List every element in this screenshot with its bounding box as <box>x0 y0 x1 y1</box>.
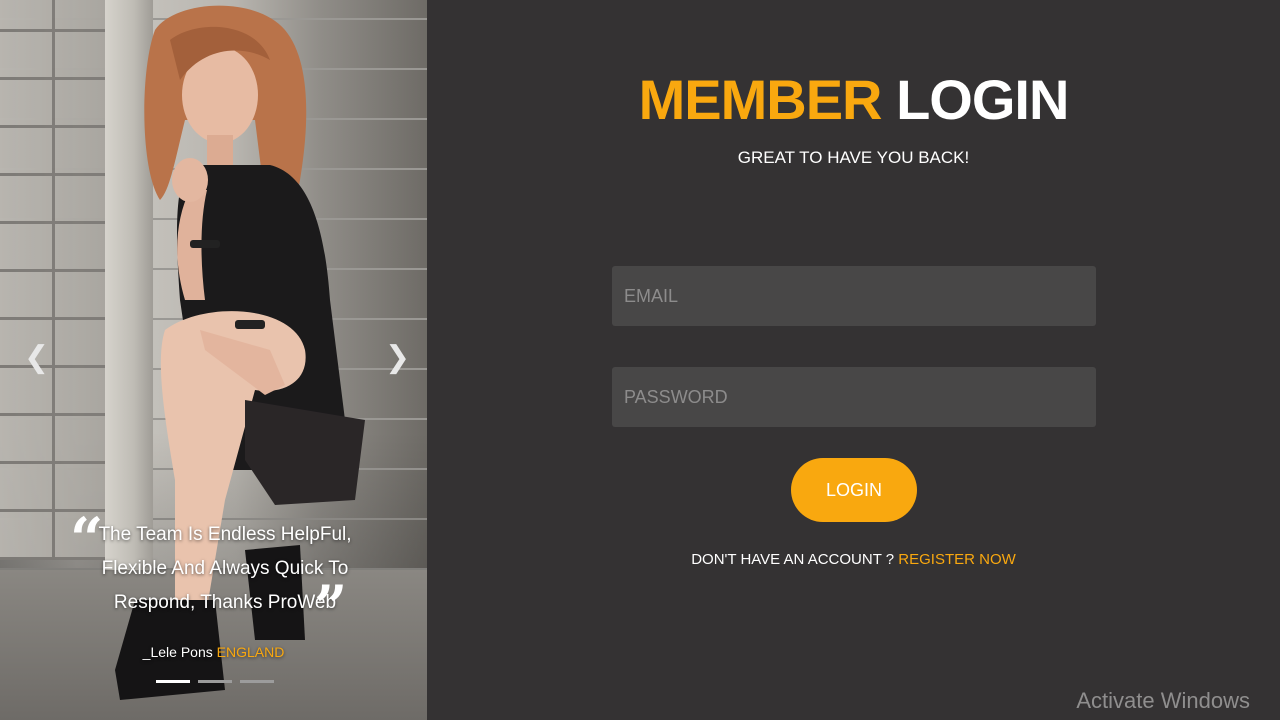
testimonial-carousel: ❮ ❯ “ The Team Is Endless HelpFul, Flexi… <box>0 0 427 720</box>
testimonial-line: The Team Is Endless HelpFul, <box>98 524 352 545</box>
chevron-right-icon: ❯ <box>385 340 411 375</box>
carousel-dot-1[interactable] <box>156 680 190 683</box>
author-name: _Lele Pons <box>142 644 213 660</box>
email-field[interactable] <box>612 266 1096 326</box>
page-title: MEMBER LOGIN <box>427 70 1280 130</box>
activate-windows-watermark: Activate Windows <box>1076 688 1250 713</box>
author-country: ENGLAND <box>216 644 285 660</box>
title-login: LOGIN <box>896 68 1069 131</box>
page-subtitle: GREAT TO HAVE YOU BACK! <box>737 148 970 167</box>
brick-wall-background <box>0 0 110 560</box>
carousel-next-button[interactable]: ❯ <box>385 343 410 373</box>
login-button[interactable]: LOGIN <box>791 458 917 522</box>
chevron-left-icon: ❮ <box>24 340 50 375</box>
quote-close-icon: ” <box>314 573 348 641</box>
carousel-dot-2[interactable] <box>198 680 232 683</box>
carousel-prev-button[interactable]: ❮ <box>24 343 49 373</box>
password-field[interactable] <box>612 367 1096 427</box>
register-prompt-text: DON'T HAVE AN ACCOUNT ? <box>691 551 895 568</box>
register-prompt: DON'T HAVE AN ACCOUNT ? REGISTER NOW <box>427 551 1280 568</box>
login-panel: MEMBER LOGIN GREAT TO HAVE YOU BACK! LOG… <box>427 0 1280 720</box>
carousel-indicators <box>156 680 274 683</box>
testimonial-author: _Lele Pons ENGLAND <box>0 644 427 660</box>
title-member: MEMBER <box>638 68 883 131</box>
carousel-dot-3[interactable] <box>240 680 274 683</box>
register-now-link[interactable]: REGISTER NOW <box>898 551 1016 568</box>
